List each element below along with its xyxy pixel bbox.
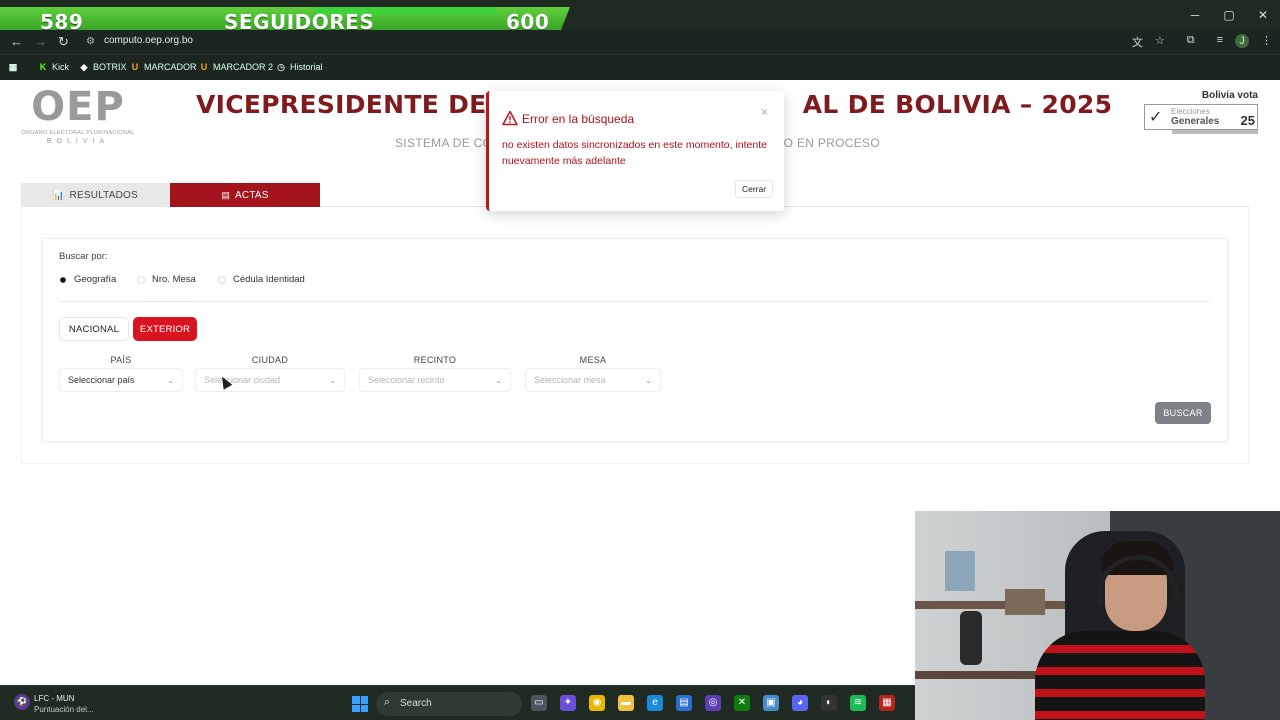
bookmark-marcador-2[interactable]: U MARCADOR 2	[199, 62, 273, 72]
menu-kebab-icon[interactable]: ⋮	[1261, 34, 1272, 50]
bookmark-historial[interactable]: ◷ Historial	[276, 62, 322, 72]
exterior-button[interactable]: EXTERIOR	[133, 317, 197, 341]
oep-logo: OEP ÓRGANO ELECTORAL PLURINACIONAL BOLIV…	[14, 86, 142, 145]
bookmark-marcador[interactable]: U MARCADOR	[130, 62, 197, 72]
kick-icon: K	[39, 62, 47, 72]
windows-start-icon[interactable]	[352, 696, 368, 712]
divider	[59, 301, 1211, 302]
radio-dot[interactable]	[60, 276, 66, 283]
radio-cedula-identidad[interactable]: Cédula Identidad	[218, 274, 305, 285]
chevron-down-icon: ⌄	[167, 375, 174, 385]
edge-icon[interactable]: e	[647, 695, 663, 711]
radio-dot[interactable]	[218, 275, 226, 284]
marcador-icon: U	[200, 62, 208, 72]
bar-chart-icon: 📊	[53, 189, 65, 200]
profile-avatar[interactable]: J	[1235, 34, 1249, 48]
oep-logo-subtitle: ÓRGANO ELECTORAL PLURINACIONAL	[21, 130, 135, 136]
search-card: Buscar por: Geografía Nro. Mesa Cédula I…	[42, 238, 1228, 442]
marcador-icon: U	[131, 62, 139, 72]
oep-logo-mark: OEP	[31, 84, 125, 130]
pais-select[interactable]: Seleccionar país ⌄	[59, 368, 183, 392]
tab-resultados[interactable]: 📊 RESULTADOS	[21, 183, 170, 207]
reload-icon[interactable]: ↻	[58, 34, 69, 50]
copilot-icon[interactable]: ✦	[560, 695, 576, 711]
close-icon[interactable]: ×	[761, 105, 768, 119]
checkmark-icon: ✓	[1149, 109, 1163, 126]
history-icon: ◷	[277, 62, 285, 72]
store-icon[interactable]: ▤	[676, 695, 692, 711]
chevron-down-icon: ⌄	[495, 375, 502, 385]
mesa-label: MESA	[579, 355, 607, 365]
modal-title: Error en la búsqueda	[522, 112, 635, 126]
sports-icon: ⚽	[14, 694, 30, 710]
bookmark-kick[interactable]: K Kick	[38, 62, 69, 72]
search-icon: ⌕	[384, 696, 391, 708]
toolbar-actions: 文 ☆ ⧉ ≡ J ⋮	[1132, 34, 1272, 50]
tab-actas[interactable]: ▤ ACTAS	[170, 183, 320, 207]
bookmark-star-icon[interactable]: ☆	[1155, 34, 1165, 50]
media-icon[interactable]: ≡	[1217, 34, 1223, 50]
taskbar: ⚽ LFC - MUN Puntuación del... ⌕ Search ▭…	[0, 685, 915, 720]
minimize-icon[interactable]: ─	[1178, 0, 1212, 30]
bookmark-botrix[interactable]: ◆ BOTRIX	[79, 62, 127, 72]
news-widget[interactable]: ⚽ LFC - MUN Puntuación del...	[14, 692, 134, 716]
close-window-icon[interactable]: ✕	[1246, 0, 1280, 30]
mesa-select[interactable]: Seleccionar mesa ⌄	[525, 368, 661, 392]
obs-icon[interactable]: ◐	[821, 695, 837, 711]
modal-message: no existen datos sincronizados en este m…	[502, 139, 767, 167]
back-icon[interactable]: ←	[10, 34, 23, 49]
error-modal: × Error en la búsqueda no existen datos …	[486, 91, 784, 211]
apps-grid-icon[interactable]: ▦	[8, 62, 18, 72]
site-info-icon[interactable]: ⚙	[86, 36, 95, 47]
buscar-button[interactable]: BUSCAR	[1155, 402, 1211, 424]
translate-icon[interactable]: 文	[1132, 34, 1143, 50]
forward-icon[interactable]: →	[34, 34, 47, 49]
warning-icon	[502, 110, 518, 126]
bookmarks-bar: ▦ K Kick ◆ BOTRIX U MARCADOR U MARCADOR 2 ◷ H…	[0, 54, 1280, 80]
ciudad-label: CIUDAD	[251, 355, 289, 365]
recinto-label: RECINTO	[413, 355, 457, 365]
search-by-label: Buscar por:	[59, 251, 108, 262]
address-bar: ← → ↻ ⚙ computo.oep.org.bo 文 ☆ ⧉ ≡ J ⋮	[0, 30, 1280, 54]
photos-icon[interactable]: ▣	[763, 695, 779, 711]
radio-dot[interactable]	[137, 275, 145, 284]
nacional-button[interactable]: NACIONAL	[59, 317, 129, 341]
elecciones-logo: Bolivia vota ✓ Elecciones Generales 25	[1128, 86, 1262, 134]
cerrar-button[interactable]: Cerrar	[735, 180, 773, 198]
webcam-overlay	[915, 511, 1280, 720]
taskbar-search[interactable]: ⌕ Search	[376, 692, 522, 716]
maximize-icon[interactable]: ▢	[1212, 0, 1246, 30]
app-red-icon[interactable]: ▦	[879, 695, 895, 711]
discord-icon[interactable]: ◕	[792, 695, 808, 711]
url-field[interactable]: ⚙ computo.oep.org.bo	[80, 32, 1140, 52]
url-text[interactable]: computo.oep.org.bo	[104, 35, 193, 46]
extensions-icon[interactable]: ⧉	[1187, 34, 1195, 50]
app-icon[interactable]: ◎	[705, 695, 721, 711]
radio-geografia[interactable]: Geografía	[59, 274, 116, 285]
spotify-icon[interactable]: ≋	[850, 695, 866, 711]
chrome-icon[interactable]: ◉	[589, 695, 605, 711]
document-icon: ▤	[221, 189, 231, 200]
window-controls: ─ ▢ ✕	[1178, 0, 1280, 30]
file-explorer-icon[interactable]: ▬	[618, 695, 634, 711]
task-view-icon[interactable]: ▭	[531, 695, 547, 711]
xbox-icon[interactable]: ✕	[734, 695, 750, 711]
pais-label: PAÍS	[110, 355, 132, 365]
radio-nro-mesa[interactable]: Nro. Mesa	[137, 274, 196, 285]
recinto-select[interactable]: Seleccionar recinto ⌄	[359, 368, 511, 392]
chevron-down-icon: ⌄	[645, 375, 652, 385]
chevron-down-icon: ⌄	[329, 375, 336, 385]
botrix-icon: ◆	[80, 62, 88, 72]
oep-logo-country: BOLIVIA	[46, 138, 110, 145]
